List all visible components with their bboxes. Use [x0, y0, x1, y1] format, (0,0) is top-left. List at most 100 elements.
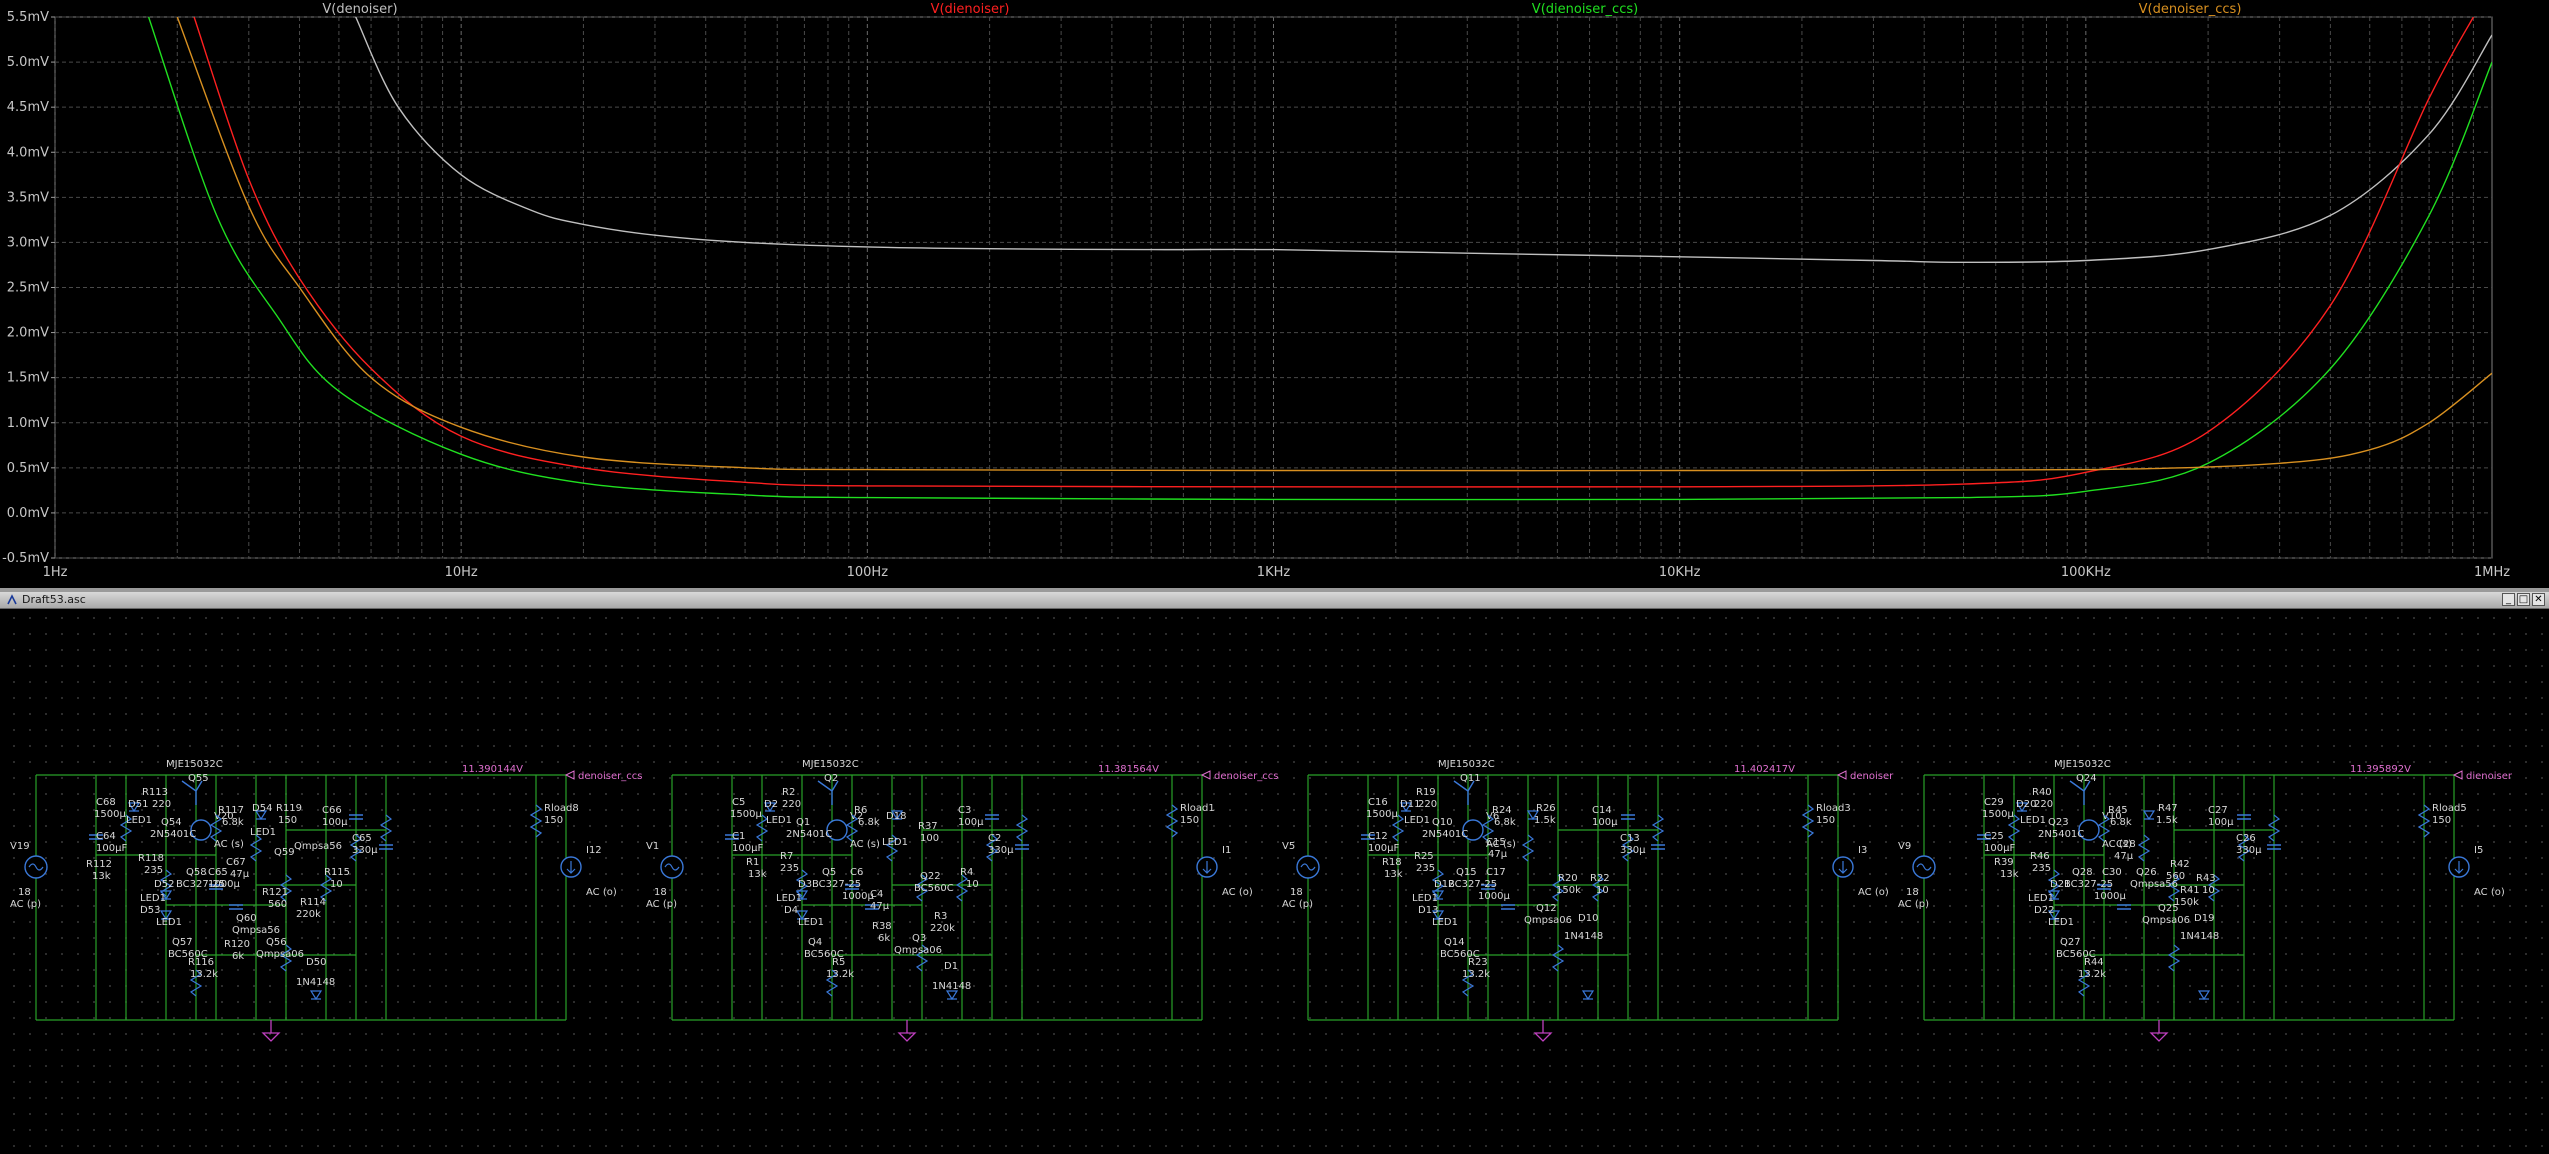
- diode-icon[interactable]: [309, 990, 323, 1001]
- net-label[interactable]: denoiser: [1850, 771, 1894, 782]
- diode-icon[interactable]: [2142, 810, 2156, 821]
- waveform-plot-pane[interactable]: 5.5mV 5.0mV 4.5mV 4.0mV 3.5mV 3.0mV 2.5mV 2.0mV…: [0, 0, 2549, 588]
- circuit-3[interactable]: V518AC (p)MJE15032CQ11V6AC (s)11.402417V…: [1282, 759, 1894, 1042]
- component-label: 1000µ: [2094, 891, 2126, 902]
- component-label: 100: [920, 833, 939, 844]
- component-label: R37: [918, 821, 938, 832]
- window-title: Draft53.asc: [22, 593, 86, 606]
- component-label: BC560C: [914, 883, 954, 894]
- component-label: C29: [1984, 797, 2004, 808]
- trace-label[interactable]: V(denoiser_ccs): [2139, 2, 2242, 17]
- component-label: 1000µ: [208, 879, 240, 890]
- component-label: Q15: [1456, 867, 1477, 878]
- y-tick-label: 5.5mV: [7, 10, 49, 25]
- component-label: 1500µ: [1982, 809, 2014, 820]
- trace-label[interactable]: V(denoiser): [322, 2, 397, 17]
- component-label: D51: [128, 799, 148, 810]
- capacitor-icon[interactable]: [2117, 904, 2131, 910]
- component-label: C3: [958, 805, 971, 816]
- component-label: 220: [2034, 799, 2053, 810]
- minimize-button[interactable]: _: [2502, 593, 2515, 606]
- component-label: R45: [2108, 805, 2128, 816]
- component-label: D18: [886, 811, 906, 822]
- x-tick-label: 10KHz: [1659, 565, 1701, 580]
- component-label: R117: [218, 805, 244, 816]
- source-name: V1: [646, 841, 659, 852]
- schematic-drawing[interactable]: V1918AC (p)MJE15032CQ55V20AC (s)11.39014…: [6, 610, 2546, 1150]
- component-label: Q22: [920, 871, 941, 882]
- transistor-icon[interactable]: [2069, 780, 2091, 805]
- component-label: 6.8k: [858, 817, 880, 828]
- component-label: Qmpsa56: [294, 841, 342, 852]
- component-label: R115: [324, 867, 350, 878]
- component-label: BC327-25: [812, 879, 861, 890]
- ground-icon: [261, 1020, 281, 1042]
- net-label[interactable]: denoiser_ccs: [578, 771, 642, 782]
- component-label: R4: [960, 867, 973, 878]
- circuit-1[interactable]: V1918AC (p)MJE15032CQ55V20AC (s)11.39014…: [10, 759, 642, 1042]
- current-source-name: I3: [1858, 845, 1867, 856]
- output-voltage: 11.381564V: [1098, 764, 1159, 775]
- close-button[interactable]: ✕: [2532, 593, 2545, 606]
- current-source-name: I1: [1222, 845, 1231, 856]
- component-label: 13k: [1384, 869, 1403, 880]
- component-label: 235: [1416, 863, 1435, 874]
- component-label: 10: [330, 879, 343, 890]
- x-tick-label: 1MHz: [2474, 565, 2510, 580]
- component-label: 330µ: [2236, 845, 2262, 856]
- trace-label[interactable]: V(dienoiser): [931, 2, 1010, 17]
- bode-plot[interactable]: 5.5mV 5.0mV 4.5mV 4.0mV 3.5mV 3.0mV 2.5mV 2.0mV…: [0, 0, 2549, 588]
- transistor-icon[interactable]: [817, 780, 839, 805]
- x-axis-ticks: 1Hz 10Hz 100Hz 1KHz 10KHz 100KHz 1MHz: [43, 565, 2511, 580]
- component-label: C27: [2208, 805, 2228, 816]
- circuit-4[interactable]: V918AC (p)MJE15032CQ24V10AC (s)11.395892…: [1898, 759, 2513, 1042]
- trace-label[interactable]: V(dienoiser_ccs): [1532, 2, 1638, 17]
- component-label: R40: [2032, 787, 2052, 798]
- load-name: Rload1: [1180, 803, 1215, 814]
- schematic-window[interactable]: Draft53.asc _ □ ✕ V19 18 AC (p) MJE15032C Q5…: [0, 592, 2549, 1153]
- diode-icon[interactable]: [945, 990, 959, 1001]
- component-label: LED1: [1412, 893, 1438, 904]
- x-tick-label: 1Hz: [43, 565, 68, 580]
- capacitor-icon[interactable]: [1501, 904, 1515, 910]
- component-label: 100µF: [1984, 843, 2015, 854]
- component-label: 235: [780, 863, 799, 874]
- component-label: R43: [2196, 873, 2216, 884]
- component-label: LED1: [156, 917, 182, 928]
- component-label: 6k: [878, 933, 890, 944]
- diode-icon[interactable]: [1581, 990, 1595, 1001]
- component-label: Q3: [912, 933, 926, 944]
- maximize-button[interactable]: □: [2517, 593, 2530, 606]
- transistor-icon[interactable]: [1453, 780, 1475, 805]
- component-label: 13.2k: [190, 969, 218, 980]
- component-label: 100µ: [322, 817, 348, 828]
- component-label: D4: [784, 905, 798, 916]
- window-titlebar[interactable]: Draft53.asc _ □ ✕: [0, 592, 2549, 609]
- schematic-canvas[interactable]: V19 18 AC (p) MJE15032C Q55 V20 AC (s) 11.39014…: [6, 610, 2546, 1150]
- capacitor-icon[interactable]: [229, 904, 243, 910]
- component-label: R118: [138, 853, 164, 864]
- net-label[interactable]: dienoiser: [2466, 771, 2513, 782]
- component-label: R25: [1414, 851, 1434, 862]
- component-label: R23: [1468, 957, 1488, 968]
- component-label: D22: [2034, 905, 2054, 916]
- diode-icon[interactable]: [2197, 990, 2211, 1001]
- component-label: Qmpsa06: [1524, 915, 1572, 926]
- transistor-icon[interactable]: [181, 780, 203, 805]
- component-label: LED1: [766, 815, 792, 826]
- source-value: 18: [18, 887, 31, 898]
- source-name: V9: [1898, 841, 1911, 852]
- circuit-2[interactable]: V118AC (p)MJE15032CQ2V2AC (s)11.381564Vd…: [646, 759, 1278, 1042]
- component-label: C65: [352, 833, 372, 844]
- net-label[interactable]: denoiser_ccs: [1214, 771, 1278, 782]
- component-label: 100µ: [1592, 817, 1618, 828]
- y-tick-label: 4.5mV: [7, 100, 49, 115]
- component-label: R22: [1590, 873, 1610, 884]
- component-label: 100µ: [958, 817, 984, 828]
- component-label: C5: [732, 797, 745, 808]
- component-label: 100µ: [2208, 817, 2234, 828]
- source-ac: AC (p): [646, 899, 677, 910]
- y-tick-label: 4.0mV: [7, 145, 49, 160]
- y-tick-label: 2.0mV: [7, 326, 49, 341]
- component-label: Q57: [172, 937, 193, 948]
